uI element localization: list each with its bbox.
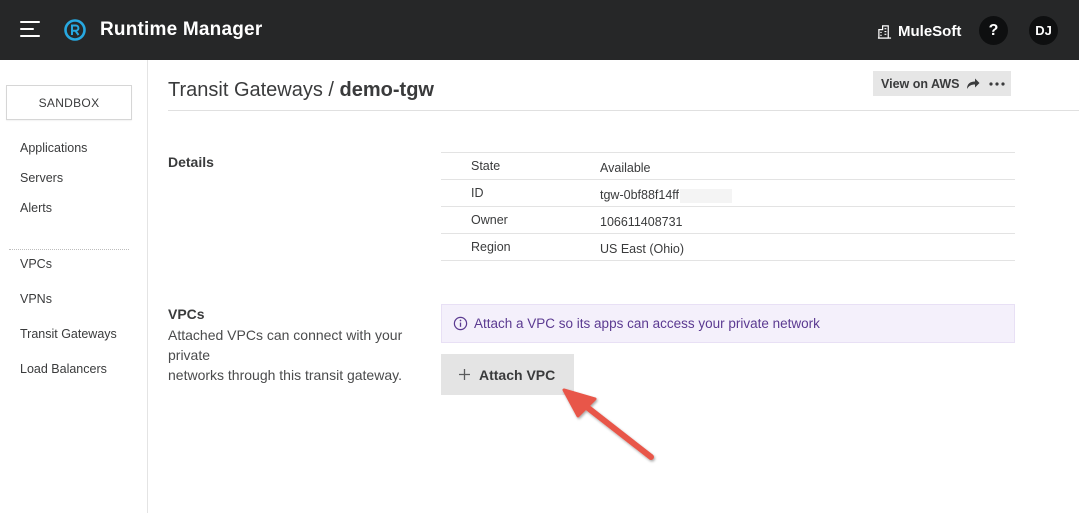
breadcrumb-separator: / [322, 79, 340, 101]
breadcrumb-current: demo-tgw [339, 79, 434, 101]
breadcrumb-transit-gateways[interactable]: Transit Gateways [168, 79, 323, 101]
redacted-region [680, 188, 732, 203]
vpcs-description: Attached VPCs can connect with your priv… [168, 325, 438, 385]
runtime-manager-logo [64, 19, 86, 41]
sidebar-item-load-balancers[interactable]: Load Balancers [20, 362, 107, 376]
details-value: US East (Ohio) [600, 242, 685, 256]
vpcs-heading: VPCs [168, 306, 205, 322]
page-title: Transit Gateways / demo-tgw [168, 79, 434, 102]
share-arrow-icon[interactable] [966, 77, 980, 90]
details-key: State [471, 159, 501, 173]
environment-selector[interactable]: SANDBOX [6, 85, 132, 120]
details-table: State Available ID tgw-0bf88f14ff Owner … [441, 152, 1015, 261]
red-annotation-arrow [562, 388, 654, 460]
more-horizontal-icon[interactable] [989, 82, 1005, 86]
details-value-id: tgw-0bf88f14ff [600, 188, 732, 203]
sidebar-divider [9, 249, 129, 250]
sidebar-item-vpcs[interactable]: VPCs [20, 257, 52, 271]
details-value: Available [600, 161, 651, 175]
details-value: tgw-0bf88f14ff [600, 188, 679, 202]
details-key: ID [471, 186, 484, 200]
plus-icon [459, 369, 470, 380]
details-row-state: State Available [441, 153, 1015, 180]
view-on-aws-button[interactable]: View on AWS [881, 77, 960, 91]
app-title: Runtime Manager [100, 19, 263, 40]
sidebar-item-alerts[interactable]: Alerts [20, 201, 52, 215]
details-heading: Details [168, 154, 214, 170]
details-value: 106611408731 [600, 215, 683, 229]
info-banner: Attach a VPC so its apps can access your… [441, 304, 1015, 343]
sidebar: SANDBOX Applications Servers Alerts VPCs… [0, 60, 148, 513]
brand-name: MuleSoft [898, 22, 962, 40]
details-row-region: Region US East (Ohio) [441, 234, 1015, 261]
sidebar-item-servers[interactable]: Servers [20, 171, 63, 185]
mulesoft-brand[interactable]: MuleSoft [877, 21, 961, 41]
mulesoft-building-icon [877, 24, 892, 39]
title-divider [168, 110, 1079, 111]
help-button[interactable]: ? [979, 16, 1008, 45]
details-row-id: ID tgw-0bf88f14ff [441, 180, 1015, 207]
sidebar-item-vpns[interactable]: VPNs [20, 292, 52, 306]
attach-vpc-label: Attach VPC [479, 366, 556, 383]
sidebar-item-applications[interactable]: Applications [20, 141, 87, 155]
details-row-owner: Owner 106611408731 [441, 207, 1015, 234]
user-avatar[interactable]: DJ [1029, 16, 1058, 45]
vpcs-description-line: Attached VPCs can connect with your [168, 327, 403, 343]
top-bar: Runtime Manager MuleSoft ? DJ [0, 0, 1079, 60]
sidebar-item-transit-gateways[interactable]: Transit Gateways [20, 327, 117, 341]
vpcs-description-line: networks through this transit gateway. [168, 367, 402, 383]
details-key: Owner [471, 213, 508, 227]
details-key: Region [471, 240, 511, 254]
view-on-aws-toolbar: View on AWS [873, 71, 1011, 96]
vpcs-description-line: private [168, 347, 211, 363]
hamburger-menu-icon[interactable] [20, 20, 40, 38]
info-circle-icon [453, 316, 468, 331]
info-banner-text: Attach a VPC so its apps can access your… [474, 316, 820, 331]
